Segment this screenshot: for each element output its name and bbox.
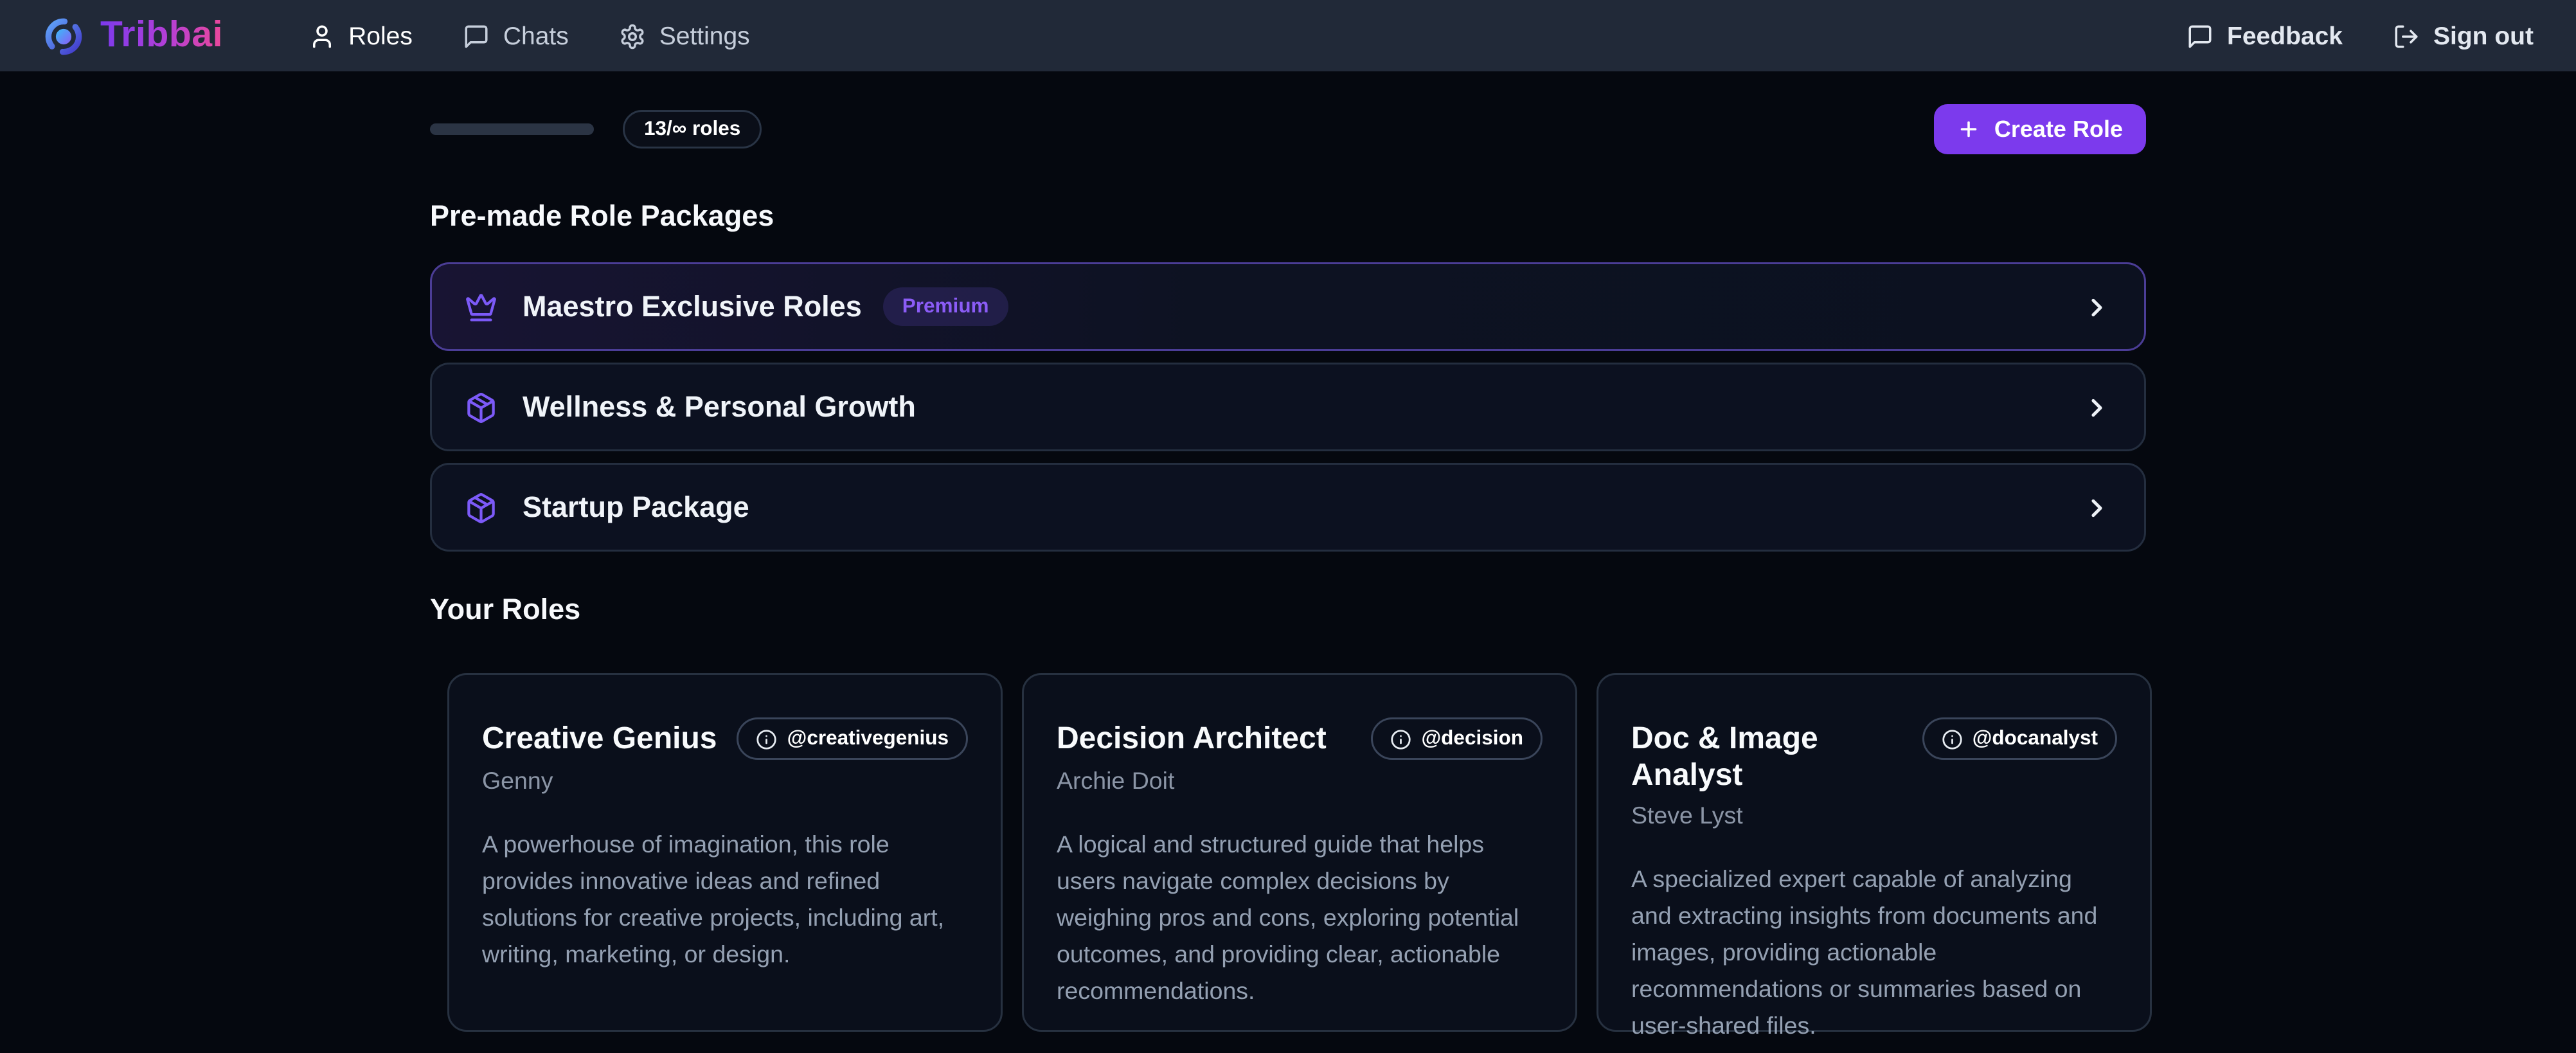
nav-item-label: Chats — [503, 21, 569, 50]
chat-icon — [463, 22, 490, 50]
feedback-button[interactable]: Feedback — [2187, 21, 2343, 50]
package-icon — [465, 391, 497, 424]
plus-icon — [1958, 118, 1981, 141]
nav-item-label: Settings — [659, 21, 750, 50]
role-title: Decision Architect — [1057, 721, 1327, 759]
main-content: 13/∞ roles Create Role Pre-made Role Pac… — [430, 104, 2146, 1053]
premium-badge: Premium — [883, 287, 1008, 326]
card-header: Doc & Image Analyst @docanalyst — [1631, 721, 2117, 795]
nav-item-roles[interactable]: Roles — [308, 21, 413, 50]
roles-count-badge: 13/∞ roles — [623, 110, 762, 148]
gear-icon — [619, 22, 646, 50]
role-handle-badge[interactable]: @decision — [1371, 717, 1543, 760]
create-role-label: Create Role — [1994, 116, 2123, 143]
nav-right: Feedback Sign out — [2187, 21, 2534, 50]
role-title: Creative Genius — [482, 721, 717, 759]
chevron-right-icon — [2082, 493, 2111, 522]
sign-out-label: Sign out — [2433, 21, 2534, 50]
role-subtitle: Archie Doit — [1057, 768, 1543, 795]
role-handle-badge[interactable]: @docanalyst — [1922, 717, 2117, 760]
info-icon — [756, 728, 778, 750]
your-roles-section-title: Your Roles — [430, 594, 2146, 627]
roles-progress-bar — [430, 123, 594, 135]
roles-toolbar: 13/∞ roles Create Role — [430, 104, 2146, 154]
role-description: A logical and structured guide that help… — [1057, 827, 1543, 1011]
role-description: A powerhouse of imagination, this role p… — [482, 827, 968, 974]
info-icon — [1390, 728, 1411, 750]
nav-item-settings[interactable]: Settings — [619, 21, 750, 50]
chevron-right-icon — [2082, 292, 2111, 321]
feedback-label: Feedback — [2227, 21, 2343, 50]
sign-out-button[interactable]: Sign out — [2393, 21, 2534, 50]
nav-item-chats[interactable]: Chats — [463, 21, 569, 50]
roles-grid: Creative Genius @creativegenius Genny A … — [430, 673, 2146, 1053]
card-header: Decision Architect @decision — [1057, 721, 1543, 760]
create-role-button[interactable]: Create Role — [1935, 104, 2146, 154]
card-header: Creative Genius @creativegenius — [482, 721, 968, 760]
role-handle-badge[interactable]: @creativegenius — [737, 717, 968, 760]
sign-out-icon — [2393, 22, 2420, 50]
role-card-doc-image-analyst[interactable]: Doc & Image Analyst @docanalyst Steve Ly… — [1597, 673, 2152, 1032]
info-icon — [1942, 728, 1963, 750]
crown-icon — [465, 291, 497, 323]
package-icon — [465, 491, 497, 524]
package-title: Maestro Exclusive Roles — [523, 291, 862, 323]
brand-name: Tribbai — [100, 15, 223, 57]
role-subtitle: Steve Lyst — [1631, 803, 2117, 830]
brand-logo[interactable]: Tribbai — [42, 15, 223, 57]
role-description: A specialized expert capable of analyzin… — [1631, 863, 2117, 1046]
role-card-creative-genius[interactable]: Creative Genius @creativegenius Genny A … — [447, 673, 1003, 1032]
package-title: Wellness & Personal Growth — [523, 391, 916, 424]
role-card-decision-architect[interactable]: Decision Architect @decision Archie Doit… — [1022, 673, 1577, 1032]
primary-nav: Roles Chats Settings — [308, 21, 750, 50]
role-subtitle: Genny — [482, 768, 968, 795]
role-handle: @decision — [1421, 727, 1523, 750]
package-title: Startup Package — [523, 491, 749, 524]
app-root: Tribbai Roles Chats Settings — [0, 0, 2576, 1053]
package-row-maestro[interactable]: Maestro Exclusive Roles Premium — [430, 262, 2146, 351]
tribbai-logo-icon — [42, 15, 85, 57]
role-handle: @creativegenius — [787, 727, 949, 750]
nav-item-label: Roles — [348, 21, 413, 50]
chevron-right-icon — [2082, 393, 2111, 422]
chat-icon — [2187, 22, 2214, 50]
role-handle: @docanalyst — [1972, 727, 2098, 750]
packages-section-title: Pre-made Role Packages — [430, 201, 2146, 233]
top-navbar: Tribbai Roles Chats Settings — [0, 0, 2576, 71]
role-title: Doc & Image Analyst — [1631, 721, 1907, 795]
package-row-wellness[interactable]: Wellness & Personal Growth — [430, 363, 2146, 451]
package-row-startup[interactable]: Startup Package — [430, 463, 2146, 552]
package-list: Maestro Exclusive Roles Premium Wellness… — [430, 262, 2146, 552]
user-icon — [308, 22, 335, 50]
